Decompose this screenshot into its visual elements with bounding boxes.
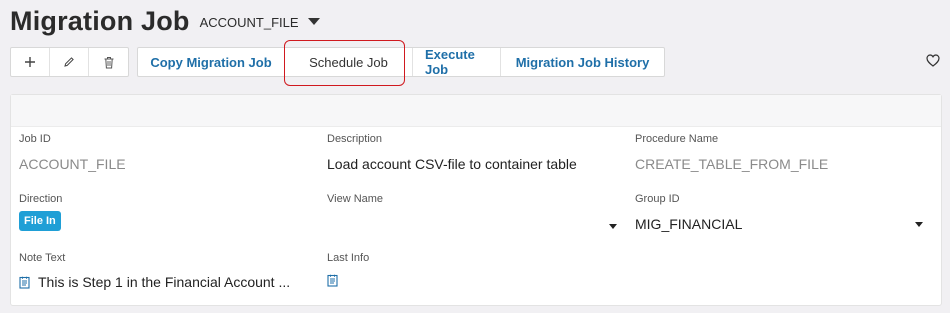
copy-migration-job-button[interactable]: Copy Migration Job xyxy=(138,48,285,76)
page-title: Migration Job xyxy=(10,6,190,36)
details-card: Job ID ACCOUNT_FILE Description Load acc… xyxy=(10,94,942,306)
procedure-name-label: Procedure Name xyxy=(635,133,719,145)
execute-job-button[interactable]: Execute Job xyxy=(413,47,501,77)
last-info-field: Last Info xyxy=(327,252,369,287)
migration-job-history-button[interactable]: Migration Job History xyxy=(501,48,664,76)
procedure-name-value: CREATE_TABLE_FROM_FILE xyxy=(635,156,829,172)
document-icon xyxy=(19,276,30,289)
delete-button[interactable] xyxy=(89,48,128,76)
view-name-dropdown-icon[interactable] xyxy=(609,224,617,229)
heart-icon xyxy=(926,54,940,67)
toolbar: Copy Migration Job Schedule Job Execute … xyxy=(10,47,665,77)
record-key: ACCOUNT_FILE xyxy=(199,15,299,30)
description-label: Description xyxy=(327,133,383,145)
card-header xyxy=(11,95,941,127)
note-text-label: Note Text xyxy=(19,252,66,264)
last-info-label: Last Info xyxy=(327,252,370,264)
favorite-button[interactable] xyxy=(926,54,940,72)
direction-badge: File In xyxy=(19,211,61,231)
page-header: Migration Job ACCOUNT_FILE xyxy=(10,6,320,37)
note-text-link[interactable]: This is Step 1 in the Financial Account … xyxy=(19,274,290,290)
job-id-label: Job ID xyxy=(19,133,51,145)
job-id-value: ACCOUNT_FILE xyxy=(19,156,126,172)
direction-label: Direction xyxy=(19,193,63,205)
record-selector-caret-icon[interactable] xyxy=(307,18,320,25)
group-id-select[interactable]: MIG_FINANCIAL xyxy=(635,216,923,232)
job-id-field: Job ID ACCOUNT_FILE xyxy=(19,133,126,172)
last-info-link[interactable] xyxy=(327,274,369,287)
procedure-name-field: Procedure Name CREATE_TABLE_FROM_FILE xyxy=(635,133,828,172)
add-button[interactable] xyxy=(11,48,50,76)
description-field: Description Load account CSV-file to con… xyxy=(327,133,577,172)
description-value: Load account CSV-file to container table xyxy=(327,156,577,172)
note-text-value: This is Step 1 in the Financial Account … xyxy=(38,274,291,290)
add-icon xyxy=(25,57,35,67)
edit-button[interactable] xyxy=(50,48,89,76)
delete-icon xyxy=(104,56,113,68)
group-id-label: Group ID xyxy=(635,193,680,205)
document-icon xyxy=(327,274,338,287)
direction-field: Direction File In xyxy=(19,193,62,231)
edit-icon xyxy=(64,57,74,67)
record-actions-group xyxy=(10,47,129,77)
view-name-label: View Name xyxy=(327,193,384,205)
group-id-dropdown-icon[interactable] xyxy=(915,221,923,227)
view-name-field: View Name xyxy=(327,193,617,229)
group-id-field: Group ID MIG_FINANCIAL xyxy=(635,193,923,232)
view-name-select[interactable] xyxy=(327,224,617,229)
group-id-value: MIG_FINANCIAL xyxy=(635,216,743,232)
command-group: Copy Migration Job Schedule Job Execute … xyxy=(137,47,665,77)
note-text-field: Note Text This is Step 1 in the Financia… xyxy=(19,252,290,290)
schedule-job-button[interactable]: Schedule Job xyxy=(285,48,413,76)
